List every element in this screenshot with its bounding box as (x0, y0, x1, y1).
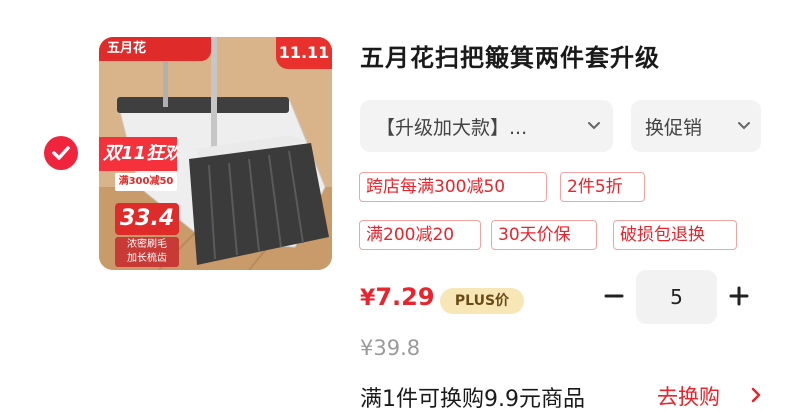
current-price: ¥7.29 (360, 283, 435, 311)
promo-subtitle: 满300减50 (115, 173, 177, 191)
exchange-offer-link[interactable]: 去换购 (657, 381, 720, 411)
spec-selector[interactable]: 【升级加大款】... (360, 100, 613, 152)
event-badge: 11.11 (276, 37, 332, 69)
chevron-down-icon (588, 122, 600, 130)
promotion-selector[interactable]: 换促销 (631, 100, 761, 152)
promo-title: 双11狂欢 (99, 137, 177, 171)
promo-notes: 浓密刷毛 加长梳齿 (115, 237, 179, 267)
quantity-input[interactable]: 5 (636, 270, 717, 324)
promo-tag-cross-store: 跨店每满300减50 (359, 172, 547, 202)
promo-tag-damage-return: 破损包退换 (613, 220, 737, 250)
original-price: ¥39.8 (360, 336, 421, 360)
promo-note-1: 浓密刷毛 (127, 239, 167, 250)
price-value: 7.29 (375, 283, 435, 311)
product-title[interactable]: 五月花扫把簸箕两件套升级 (360, 38, 780, 73)
spec-selector-label: 【升级加大款】... (376, 116, 528, 139)
item-select-checkbox[interactable] (44, 136, 78, 170)
chevron-down-icon (738, 122, 750, 130)
decrease-quantity-button[interactable] (600, 282, 628, 310)
promo-tag-two-pieces: 2件5折 (560, 172, 645, 202)
brand-badge: 五月花 (99, 37, 211, 61)
promo-note-2: 加长梳齿 (127, 253, 167, 264)
promo-price: 33.4 (115, 203, 179, 235)
promo-tag-discount: 满200减20 (359, 220, 481, 250)
promotion-selector-label: 换促销 (645, 116, 703, 139)
increase-quantity-button[interactable] (725, 282, 753, 310)
price-currency: ¥ (360, 286, 376, 311)
chevron-right-icon[interactable] (750, 387, 762, 403)
product-thumbnail[interactable]: 五月花 11.11 双11狂欢 满300减50 33.4 浓密刷毛 加长梳齿 (99, 37, 332, 270)
plus-price-badge: PLUS价 (440, 288, 524, 314)
promo-tag-price-protect: 30天价保 (491, 220, 597, 250)
checkmark-icon (52, 146, 70, 160)
exchange-offer-text: 满1件可换购9.9元商品 (360, 387, 585, 412)
